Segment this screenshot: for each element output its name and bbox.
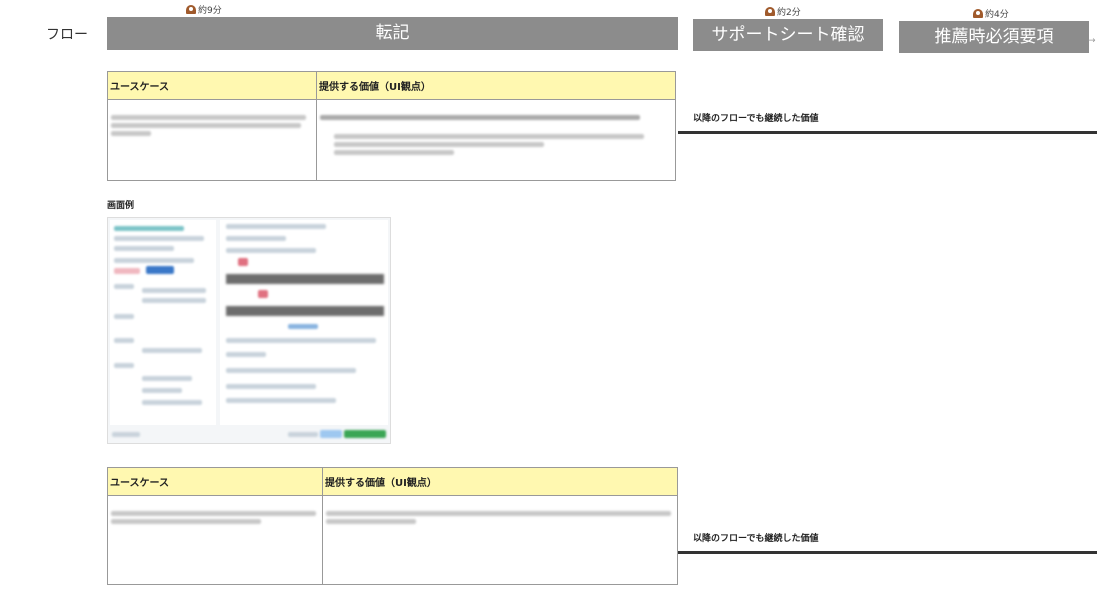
clock-icon [765,7,775,16]
step-transcription[interactable]: 転記 [107,17,678,50]
header-value: 提供する価値（UI観点） [322,467,678,496]
persistent-value-label-1: 以降のフローでも継続した価値 [693,114,819,124]
header-value: 提供する価値（UI観点） [316,71,676,100]
screen-example-caption: 画面例 [107,201,135,211]
duration-text: 約9分 [198,6,222,16]
header-usecase: ユースケース [107,71,317,100]
step-recommendation-requirements[interactable]: 推薦時必須要項 [899,21,1089,53]
usecase-table-2: ユースケース 提供する価値（UI観点） [107,467,678,585]
clock-icon [186,5,196,14]
persistent-value-label-2: 以降のフローでも継続した価値 [693,534,819,544]
duration-step-2: 約2分 [765,5,801,18]
divider-line [678,131,1097,134]
usecase-cell [107,99,317,181]
usecase-table-1: ユースケース 提供する価値（UI観点） [107,71,676,181]
arrow-icon: → [1088,36,1096,46]
flow-label: フロー [46,27,88,43]
duration-step-1: 約9分 [186,3,222,16]
header-usecase: ユースケース [107,467,323,496]
value-cell [316,99,676,181]
duration-step-3: 約4分 [973,7,1009,20]
step-support-sheet[interactable]: サポートシート確認 [693,19,883,51]
screen-example-image [107,217,391,444]
usecase-cell [107,495,323,585]
duration-text: 約2分 [777,8,801,18]
clock-icon [973,9,983,18]
value-cell [322,495,678,585]
divider-line [678,551,1097,554]
duration-text: 約4分 [985,10,1009,20]
